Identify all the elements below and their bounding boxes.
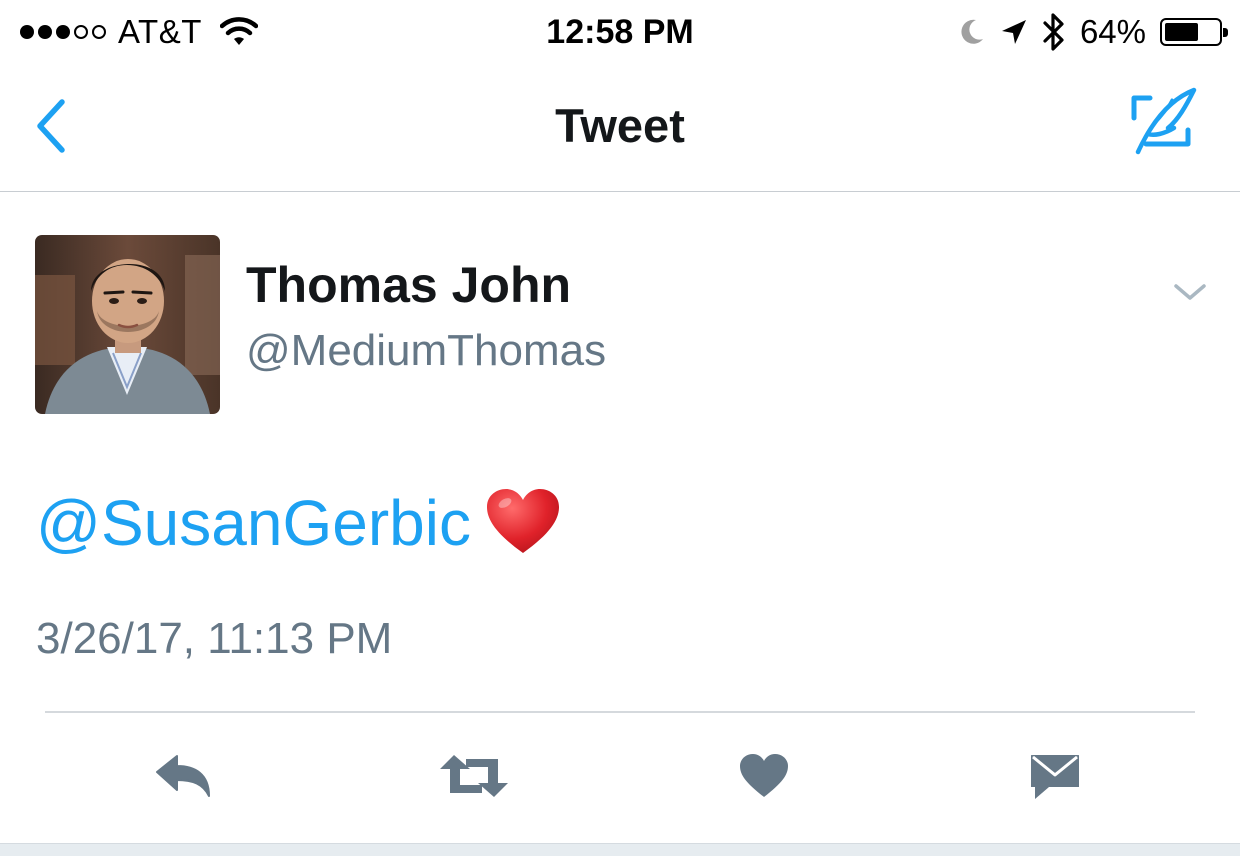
bluetooth-icon [1042, 13, 1066, 51]
status-bar: AT&T 12:58 PM 64% [0, 0, 1240, 64]
avatar[interactable] [35, 235, 220, 414]
bottom-strip [0, 843, 1240, 856]
avatar-photo [35, 235, 220, 414]
retweet-button[interactable] [436, 745, 512, 807]
direct-message-button[interactable] [1024, 745, 1086, 807]
battery-percent: 64% [1079, 13, 1146, 50]
navigation-bar: Tweet [0, 64, 1240, 192]
tweet-menu-button[interactable] [1170, 278, 1210, 306]
back-button[interactable] [30, 94, 74, 158]
reply-icon [156, 755, 210, 797]
author-name[interactable]: Thomas John [246, 256, 571, 314]
reply-button[interactable] [150, 745, 216, 807]
status-bar-right: 64% [956, 10, 1228, 54]
like-button[interactable] [734, 745, 794, 807]
envelope-icon [1031, 755, 1079, 799]
compose-tweet-button[interactable] [1128, 86, 1200, 158]
location-arrow-icon [1000, 18, 1028, 46]
divider [45, 711, 1195, 713]
red-heart-emoji [485, 487, 561, 557]
tweet-text: @SusanGerbic [36, 485, 561, 563]
author-handle[interactable]: @MediumThomas [246, 326, 606, 376]
tweet-timestamp: 3/26/17, 11:13 PM [36, 614, 393, 663]
page-title: Tweet [555, 99, 685, 152]
moon-icon [956, 17, 986, 47]
compose-tweet-icon [1131, 87, 1197, 155]
retweet-icon [440, 755, 508, 797]
heart-icon [740, 754, 788, 797]
chevron-left-icon [37, 99, 65, 153]
chevron-down-icon [1174, 284, 1206, 300]
mention-link[interactable]: @SusanGerbic [36, 487, 471, 559]
battery-icon [1160, 18, 1228, 46]
